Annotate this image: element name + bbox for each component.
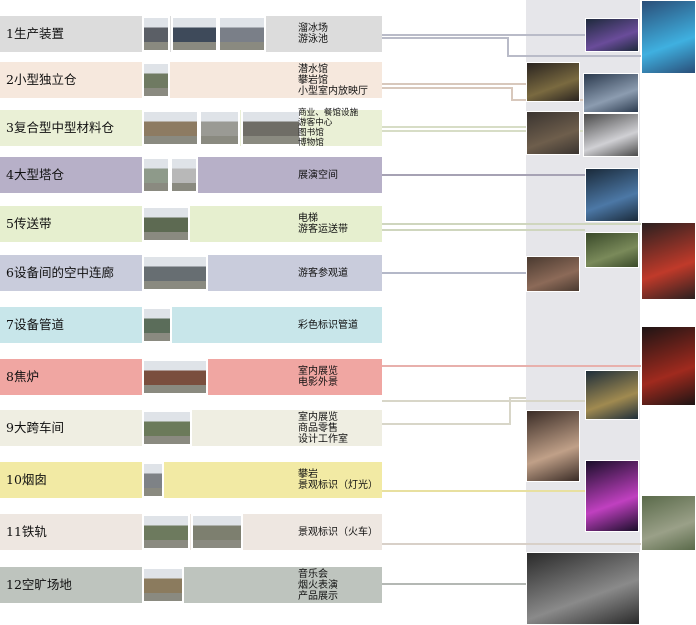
structure-label: 12空旷场地 xyxy=(6,577,72,592)
photo-swimming-pool xyxy=(641,0,696,74)
reuse-list: 电梯 游客运送带 xyxy=(298,206,348,242)
reuse-item: 商品零售 xyxy=(298,422,338,434)
photo-open-field xyxy=(526,552,640,625)
structure-label: 5传送带 xyxy=(6,216,52,231)
reuse-list: 潜水馆 攀岩馆 小型室内放映厅 xyxy=(298,62,368,98)
reuse-item: 游客参观道 xyxy=(298,267,348,279)
structure-thumbnail xyxy=(142,567,184,603)
structure-thumbnail xyxy=(241,110,301,146)
reuse-item: 室内展览 xyxy=(298,411,338,423)
reuse-item: 攀岩 xyxy=(298,469,318,480)
structure-label: 7设备管道 xyxy=(6,317,64,332)
reuse-item: 小型室内放映厅 xyxy=(298,85,368,97)
photo-restaurant xyxy=(526,111,580,155)
reuse-list: 彩色标识管道 xyxy=(298,307,358,343)
reuse-list: 音乐会 烟火表演 产品展示 xyxy=(298,567,338,603)
structure-thumbnail xyxy=(142,62,170,98)
structure-row: 1生产装置 溜冰场 游泳池 xyxy=(0,16,382,52)
reuse-item: 室内展览 xyxy=(298,366,338,377)
structure-label: 3复合型中型材料仓 xyxy=(6,120,114,135)
reuse-item: 彩色标识管道 xyxy=(298,319,358,331)
structure-row: 5传送带 电梯 游客运送带 xyxy=(0,206,382,242)
structure-thumbnail xyxy=(142,157,170,193)
reuse-list: 商业、餐馆设施 游客中心 图书馆 博物馆 xyxy=(298,108,359,148)
structure-label: 9大跨车间 xyxy=(6,420,64,435)
photo-walkway xyxy=(526,256,580,292)
structure-row: 10烟囱 攀岩 景观标识（灯光） xyxy=(0,462,382,498)
photo-escalator xyxy=(641,222,696,300)
reuse-list: 溜冰场 游泳池 xyxy=(298,16,328,52)
photo-train xyxy=(641,495,696,551)
reuse-list: 游客参观道 xyxy=(298,255,348,291)
structure-row: 7设备管道 彩色标识管道 xyxy=(0,307,382,343)
reuse-item: 电梯 xyxy=(298,213,318,224)
structure-thumbnail xyxy=(171,16,218,52)
photo-diving-hall xyxy=(526,62,580,102)
reuse-list: 室内展览 电影外景 xyxy=(298,359,338,395)
diagram-stage: 1生产装置 溜冰场 游泳池 2小型独立仓 潜水馆 攀岩馆 小型室内放映厅 3复合型中型材料仓商… xyxy=(0,0,696,625)
structure-row: 11铁轨 景观标识（火车） xyxy=(0,514,382,550)
structure-row: 2小型独立仓 潜水馆 攀岩馆 小型室内放映厅 xyxy=(0,62,382,98)
reuse-list: 展演空间 xyxy=(298,157,338,193)
photo-coke-oven xyxy=(641,326,696,406)
structure-thumbnail xyxy=(142,110,199,146)
reuse-item: 商业、餐馆设施 xyxy=(298,108,359,118)
photo-conveyor xyxy=(585,232,639,268)
reuse-item: 潜水馆 xyxy=(298,63,328,75)
structure-label: 11铁轨 xyxy=(6,524,47,539)
structure-row: 4大型塔仓 展演空间 xyxy=(0,157,382,193)
structure-row: 8焦炉 室内展览 电影外景 xyxy=(0,359,382,395)
reuse-item: 景观标识（火车） xyxy=(298,526,378,538)
structure-thumbnail xyxy=(218,16,266,52)
reuse-list: 室内展览 商品零售 设计工作室 xyxy=(298,410,348,446)
structure-label: 4大型塔仓 xyxy=(6,167,64,182)
structure-thumbnail xyxy=(142,410,192,446)
photo-visitor-center xyxy=(583,113,639,157)
reuse-item: 设计工作室 xyxy=(298,433,348,445)
structure-label: 1生产装置 xyxy=(6,26,64,41)
structure-label: 6设备间的空中连廊 xyxy=(6,265,114,280)
structure-thumbnail xyxy=(170,157,198,193)
reuse-item: 游客中心 xyxy=(298,118,333,128)
structure-label: 8焦炉 xyxy=(6,369,39,384)
structure-thumbnail xyxy=(142,514,190,550)
photo-exhibition-space xyxy=(585,168,639,222)
structure-thumbnail xyxy=(142,16,170,52)
reuse-item: 游客运送带 xyxy=(298,224,348,235)
reuse-item: 音乐会 xyxy=(298,568,328,580)
reuse-item: 攀岩馆 xyxy=(298,74,328,86)
reuse-list: 景观标识（火车） xyxy=(298,514,378,550)
reuse-list: 攀岩 景观标识（灯光） xyxy=(298,462,378,498)
photo-climbing-hall xyxy=(583,73,639,113)
reuse-item: 烟火表演 xyxy=(298,579,338,591)
reuse-item: 景观标识（灯光） xyxy=(298,480,378,491)
structure-thumbnail xyxy=(142,307,172,343)
structure-row: 12空旷场地 音乐会 烟火表演 产品展示 xyxy=(0,567,382,603)
structure-label: 10烟囱 xyxy=(6,472,47,487)
reuse-item: 游泳池 xyxy=(298,34,328,45)
photo-chimney-lights xyxy=(585,460,639,532)
reuse-item: 图书馆 xyxy=(298,128,324,138)
structure-label: 2小型独立仓 xyxy=(6,72,77,87)
reuse-item: 电影外景 xyxy=(298,377,338,388)
structure-row: 3复合型中型材料仓 商业、餐馆设施 游客中心 图书馆 博物馆 xyxy=(0,108,382,148)
reuse-item: 溜冰场 xyxy=(298,23,328,34)
photo-ice-rink xyxy=(585,18,639,52)
structure-thumbnail xyxy=(199,110,240,146)
photo-retail xyxy=(526,410,580,482)
photo-hall-interior xyxy=(585,370,639,420)
structure-row: 9大跨车间 室内展览 商品零售 设计工作室 xyxy=(0,410,382,446)
structure-thumbnail xyxy=(142,206,190,242)
reuse-item: 展演空间 xyxy=(298,169,338,181)
structure-thumbnail xyxy=(142,359,208,395)
structure-row: 6设备间的空中连廊 游客参观道 xyxy=(0,255,382,291)
reuse-item: 产品展示 xyxy=(298,590,338,602)
reuse-item: 博物馆 xyxy=(298,138,324,148)
structure-thumbnail xyxy=(142,255,208,291)
structure-thumbnail xyxy=(191,514,243,550)
structure-thumbnail xyxy=(142,462,164,498)
